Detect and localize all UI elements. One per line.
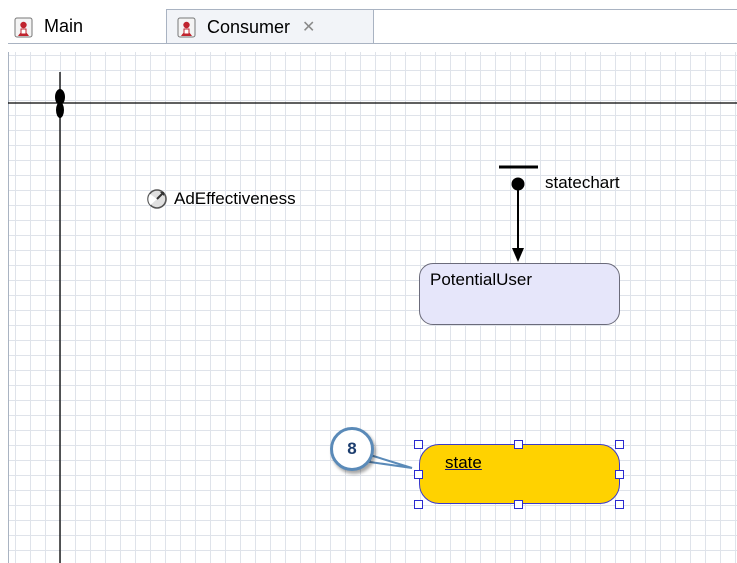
step-callout-number: 8 — [347, 439, 357, 458]
step-callout: 8 — [330, 427, 374, 471]
callout-pointer — [369, 453, 413, 469]
